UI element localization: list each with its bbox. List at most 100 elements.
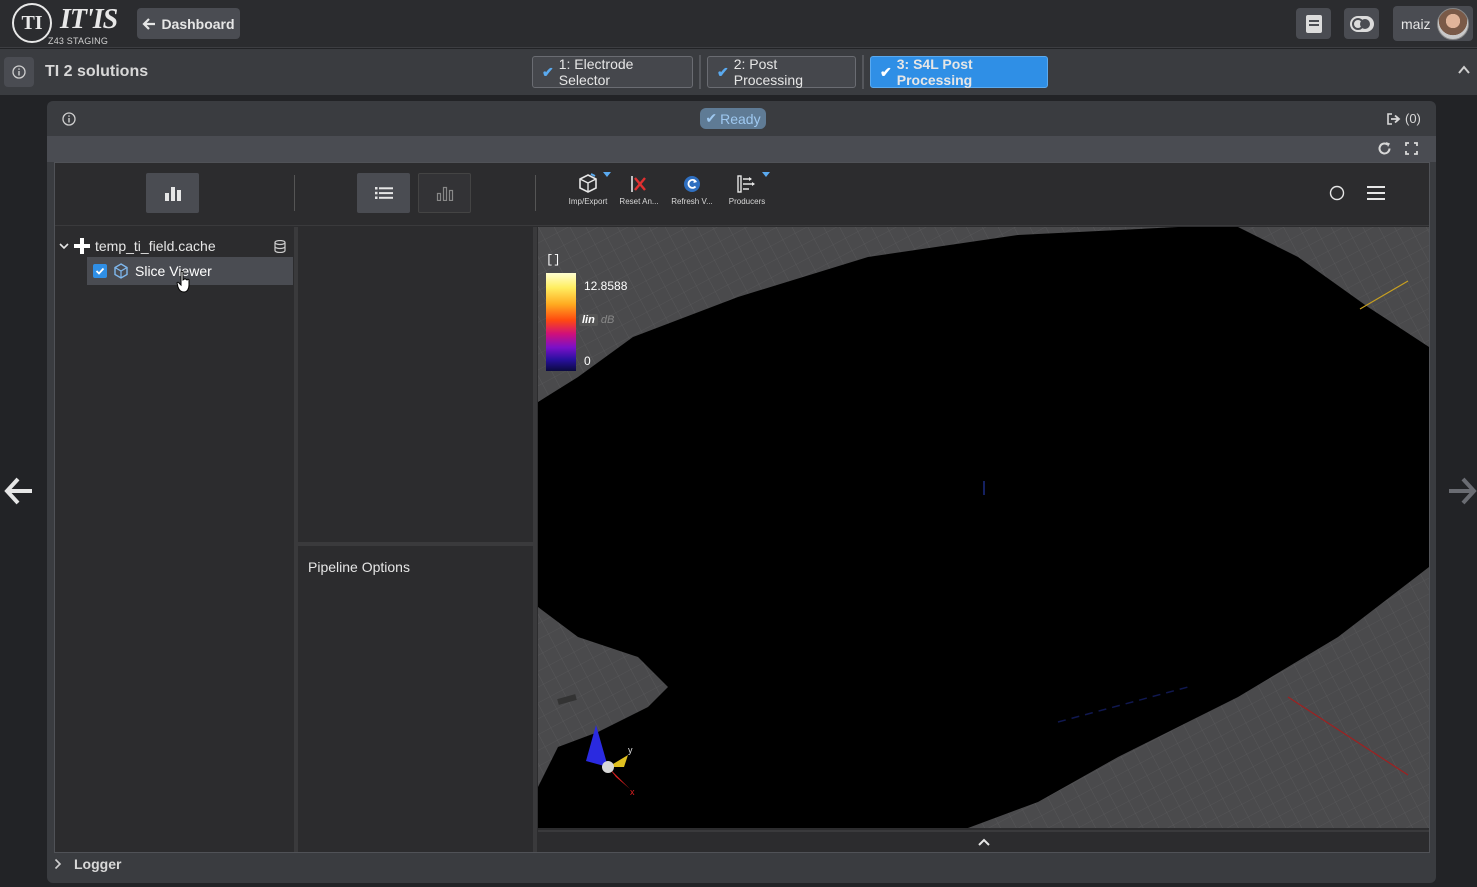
fullscreen-icon[interactable] <box>1405 142 1418 155</box>
toolbar-divider <box>294 175 295 211</box>
avatar <box>1436 7 1469 40</box>
study-info-button[interactable] <box>4 57 34 87</box>
chart-view-button[interactable] <box>418 173 471 213</box>
step-label: 1: Electrode Selector <box>558 56 634 88</box>
toolbar-divider <box>535 175 536 211</box>
refresh-view-icon <box>684 176 700 192</box>
dashboard-button[interactable]: Dashboard <box>137 8 240 39</box>
check-icon <box>95 267 105 275</box>
splitter[interactable] <box>533 227 537 852</box>
axis-y-label: y <box>628 745 633 755</box>
step-label: 2: Post Processing <box>733 56 803 88</box>
colorbar-unit: [] <box>546 253 561 267</box>
refresh-view-tool[interactable]: Refresh V... <box>667 173 717 215</box>
scale-db-option[interactable]: dB <box>599 314 616 326</box>
check-icon: ✔ <box>880 63 892 80</box>
tool-label: Refresh V... <box>671 197 713 206</box>
status-label: Ready <box>720 110 761 127</box>
axis-x-label: x <box>630 787 635 795</box>
tree-root-item[interactable]: temp_ti_field.cache <box>59 237 216 255</box>
tool-label: Producers <box>728 197 766 206</box>
plus-icon <box>74 238 90 254</box>
check-icon: ✔ <box>717 63 729 80</box>
viewer-bottom-bar <box>538 830 1429 852</box>
iframe-controls-bar <box>47 136 1436 162</box>
reset-tool[interactable]: Reset An... <box>614 173 664 215</box>
orientation-axes-icon: y x <box>586 725 635 795</box>
deployment-label: Z43 STAGING <box>48 36 109 46</box>
toolbar-right <box>1329 185 1385 201</box>
outputs-button[interactable]: (0) <box>1387 111 1421 126</box>
producers-icon <box>737 175 755 193</box>
check-icon: ✔ <box>705 110 718 126</box>
next-node-arrow-icon[interactable] <box>1448 475 1477 507</box>
user-name: maiz <box>1401 15 1431 32</box>
status-badge: ✔ Ready <box>700 108 766 129</box>
properties-panel <box>298 227 533 538</box>
colorbar-max-value: 12.8588 <box>584 279 628 293</box>
step-electrode-selector[interactable]: ✔ 1: Electrode Selector <box>532 56 693 88</box>
chevron-right-icon <box>54 858 62 870</box>
step-post-processing[interactable]: ✔ 2: Post Processing <box>707 56 856 88</box>
colorbar-scale-toggle[interactable]: lin dB <box>579 314 616 326</box>
producers-tool[interactable]: Producers <box>722 172 772 215</box>
node-panel-header: ✔ Ready (0) <box>47 101 1436 136</box>
study-title: TI 2 solutions <box>45 63 149 80</box>
previous-node-arrow-icon[interactable] <box>4 475 34 507</box>
list-view-button[interactable] <box>357 173 410 213</box>
hamburger-menu-icon[interactable] <box>1367 186 1385 200</box>
pointer-cursor-icon <box>176 271 190 293</box>
outputs-count: (0) <box>1405 111 1421 126</box>
logger-label: Logger <box>74 856 122 872</box>
study-bar: TI 2 solutions ✔ 1: Electrode Selector ✔… <box>0 49 1477 95</box>
step-s4l-post-processing[interactable]: ✔ 3: S4L Post Processing <box>870 56 1048 88</box>
ti-logo[interactable]: TI <box>12 3 52 43</box>
manual-button[interactable] <box>1296 8 1331 39</box>
tool-label: Imp/Export <box>568 197 608 206</box>
chevron-down-icon[interactable] <box>59 241 69 251</box>
sign-out-icon <box>1387 112 1401 125</box>
import-export-icon <box>579 173 597 193</box>
3d-viewer[interactable]: [] 12.8588 lin dB 0 y x <box>538 227 1429 828</box>
cube-icon <box>114 263 128 279</box>
reset-icon <box>631 176 646 192</box>
toggle-icon <box>1349 15 1374 32</box>
tree-item-label: Slice Viewer <box>135 263 212 279</box>
theme-toggle-button[interactable] <box>1344 8 1379 39</box>
node-panel: ✔ Ready (0) Imp/Export Reset An... Refre… <box>47 101 1436 883</box>
model-tree: temp_ti_field.cache Slice Viewer <box>55 227 294 852</box>
scale-lin-option[interactable]: lin <box>579 314 598 326</box>
step-divider <box>699 55 701 89</box>
check-icon: ✔ <box>542 63 554 80</box>
logger-toggle[interactable]: Logger <box>54 856 121 872</box>
scene-render <box>538 227 1429 828</box>
top-navigation-bar: TI IT'IS Z43 STAGING Dashboard maiz <box>0 0 1477 48</box>
info-icon[interactable] <box>62 112 76 126</box>
chevron-up-icon[interactable] <box>977 836 991 848</box>
s4l-app-area: Imp/Export Reset An... Refresh V... Prod… <box>54 162 1430 853</box>
itis-logo: IT'IS <box>60 4 118 35</box>
colorbar-gradient <box>546 273 576 371</box>
arrow-left-icon <box>142 17 156 30</box>
dropdown-caret-icon <box>762 172 770 177</box>
plot-view-button[interactable] <box>146 173 199 213</box>
circle-icon[interactable] <box>1329 185 1345 201</box>
app-toolbar: Imp/Export Reset An... Refresh V... Prod… <box>55 163 1429 226</box>
colorbar-min-value: 0 <box>584 354 591 368</box>
info-icon <box>12 65 26 79</box>
list-icon <box>374 187 393 199</box>
user-menu-button[interactable]: maiz <box>1393 6 1473 41</box>
bar-chart-outline-icon <box>436 186 453 201</box>
tree-root-label: temp_ti_field.cache <box>95 238 216 254</box>
visibility-checkbox[interactable] <box>93 264 107 278</box>
bar-chart-icon <box>164 187 181 201</box>
import-export-tool[interactable]: Imp/Export <box>563 172 613 215</box>
book-icon <box>1305 14 1322 33</box>
pipeline-options-title: Pipeline Options <box>308 559 410 575</box>
reload-icon[interactable] <box>1377 141 1392 156</box>
step-divider <box>862 55 864 89</box>
database-icon <box>274 240 286 253</box>
dropdown-caret-icon <box>603 172 611 177</box>
chevron-up-icon[interactable] <box>1457 63 1471 77</box>
pipeline-options-panel: Pipeline Options <box>298 542 533 852</box>
